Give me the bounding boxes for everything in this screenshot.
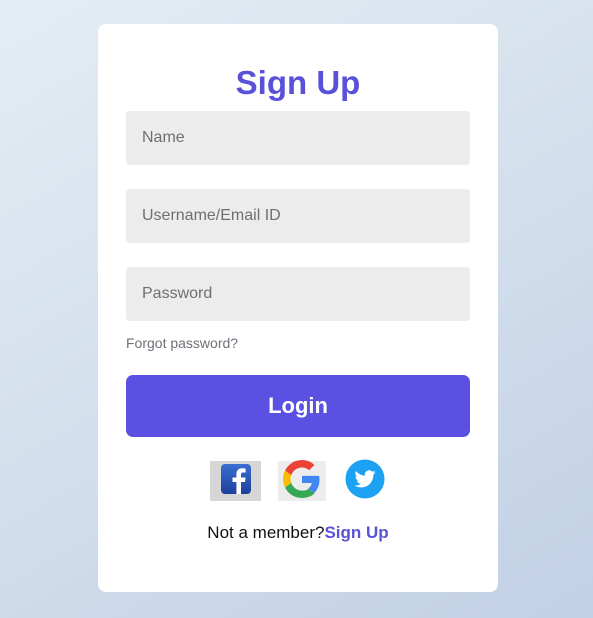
login-button[interactable]: Login [126, 375, 470, 437]
facebook-icon [220, 463, 252, 500]
password-input[interactable] [126, 267, 470, 321]
google-login-button[interactable] [278, 459, 326, 503]
member-prompt: Not a member?Sign Up [98, 523, 498, 543]
google-icon [283, 459, 321, 503]
username-email-input[interactable] [126, 189, 470, 243]
facebook-login-button[interactable] [210, 461, 261, 501]
twitter-login-button[interactable] [343, 459, 387, 504]
page-title: Sign Up [235, 64, 361, 101]
signup-card: Sign Up Forgot password? Login [98, 24, 498, 592]
name-input[interactable] [126, 111, 470, 165]
forgot-password-link[interactable]: Forgot password? [126, 335, 238, 351]
member-prompt-text: Not a member? [207, 523, 325, 542]
signup-link[interactable]: Sign Up [324, 523, 388, 542]
twitter-icon [345, 459, 385, 504]
